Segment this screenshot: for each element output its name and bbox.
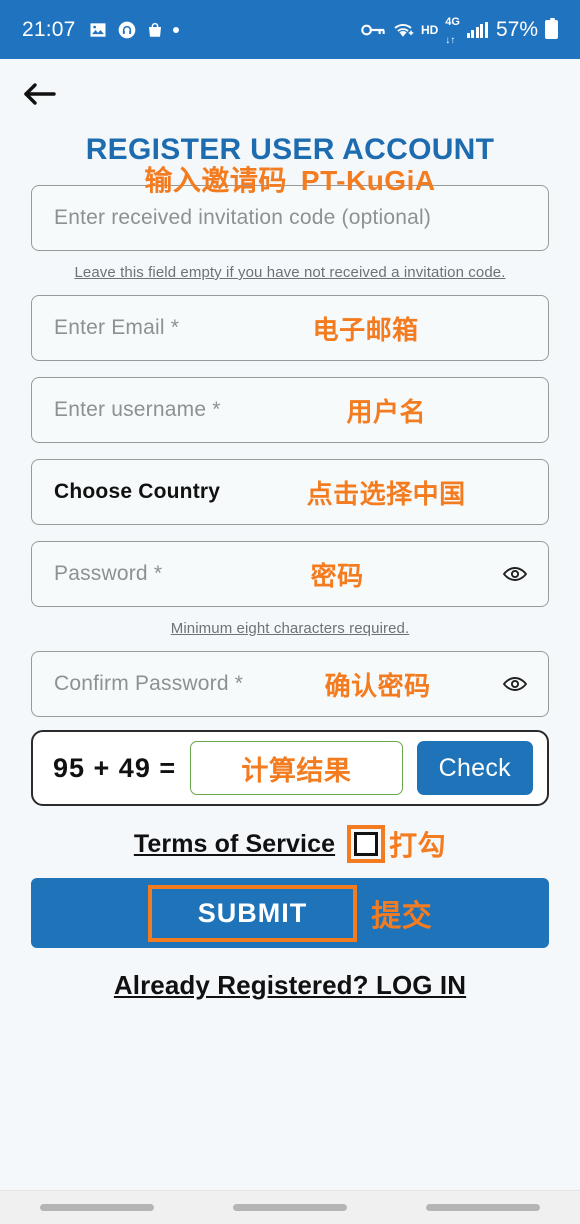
system-navigation-bar: [0, 1190, 580, 1224]
nav-home-button[interactable]: [232, 1204, 347, 1211]
wifi-icon: [392, 21, 414, 39]
nav-recents-button[interactable]: [39, 1204, 154, 1211]
vpn-key-icon: [361, 22, 385, 38]
signal-bars-icon: [466, 21, 488, 38]
password-annotation: 密码: [310, 560, 364, 591]
terms-checkbox[interactable]: [354, 832, 379, 856]
check-button[interactable]: Check: [416, 741, 533, 795]
dot-icon: [172, 26, 179, 33]
email-input[interactable]: Enter Email * 电子邮箱: [31, 295, 549, 361]
eye-icon[interactable]: [502, 671, 528, 697]
submit-row: SUBMIT 提交: [0, 878, 580, 948]
eye-icon[interactable]: [502, 561, 528, 587]
submit-annotation: 提交: [371, 900, 433, 933]
submit-highlight: SUBMIT: [147, 884, 358, 942]
invitation-code-placeholder: Enter received invitation code (optional…: [54, 206, 432, 229]
terms-row: Terms of Service 打勾: [31, 824, 549, 864]
status-bar-right: HD 4G ↓↑ 57%: [361, 12, 558, 48]
email-annotation: 电子邮箱: [312, 314, 419, 345]
confirm-password-placeholder: Confirm Password *: [54, 672, 244, 695]
captcha-answer-input[interactable]: 计算结果: [190, 741, 403, 795]
headphones-icon: [117, 20, 137, 40]
terms-checkbox-highlight: [347, 825, 386, 863]
registration-form: 输入邀请码 PT-KuGiA Enter received invitation …: [0, 165, 580, 864]
captcha-annotation: 计算结果: [241, 755, 352, 786]
submit-label: SUBMIT: [197, 897, 308, 928]
data-arrows-icon: ↓↑: [445, 34, 456, 46]
hd-icon: HD: [420, 22, 439, 37]
status-bar: 21:07 HD 4G ↓↑ 57%: [0, 0, 580, 59]
terms-of-service-link[interactable]: Terms of Service: [134, 830, 335, 859]
password-input[interactable]: Password * 密码: [31, 541, 549, 607]
password-placeholder: Password *: [54, 562, 163, 585]
nav-back-button[interactable]: [426, 1204, 541, 1211]
country-select[interactable]: Choose Country 点击选择中国: [31, 459, 549, 525]
mobile-data-4g-icon: 4G ↓↑: [445, 12, 460, 48]
username-annotation: 用户名: [346, 396, 427, 427]
image-icon: [88, 20, 108, 40]
confirm-password-input[interactable]: Confirm Password * 确认密码: [31, 651, 549, 717]
country-value: Choose Country: [54, 480, 221, 503]
invitation-code-input[interactable]: Enter received invitation code (optional…: [31, 185, 549, 251]
captcha-question: 95 + 49 =: [53, 752, 177, 783]
submit-button[interactable]: SUBMIT 提交: [31, 878, 549, 948]
login-link[interactable]: Already Registered? LOG IN: [0, 970, 580, 1001]
top-bar: [0, 59, 580, 127]
invitation-hint: Leave this field empty if you have not r…: [74, 264, 506, 281]
status-bar-left: 21:07: [22, 18, 179, 42]
register-screen: 21:07 HD 4G ↓↑ 57% REGISTER USER ACCOUNT…: [0, 0, 580, 1224]
page-title: REGISTER USER ACCOUNT: [85, 133, 495, 166]
email-placeholder: Enter Email *: [54, 316, 180, 339]
username-placeholder: Enter username *: [54, 398, 221, 421]
shopping-bag-icon: [146, 20, 164, 40]
status-bar-clock: 21:07: [22, 17, 76, 41]
captcha-row: 95 + 49 = 计算结果 Check: [31, 730, 549, 806]
confirm-password-annotation: 确认密码: [324, 670, 431, 701]
username-input[interactable]: Enter username * 用户名: [31, 377, 549, 443]
country-annotation: 点击选择中国: [306, 478, 466, 509]
back-button[interactable]: [20, 77, 60, 111]
password-hint: Minimum eight characters required.: [170, 620, 410, 637]
terms-annotation: 打勾: [389, 830, 447, 861]
battery-icon: [545, 18, 558, 39]
battery-percent-label: 57%: [495, 17, 538, 41]
invitation-field-wrapper: 输入邀请码 PT-KuGiA Enter received invitation …: [31, 165, 549, 251]
network-type-label: 4G: [445, 15, 460, 28]
